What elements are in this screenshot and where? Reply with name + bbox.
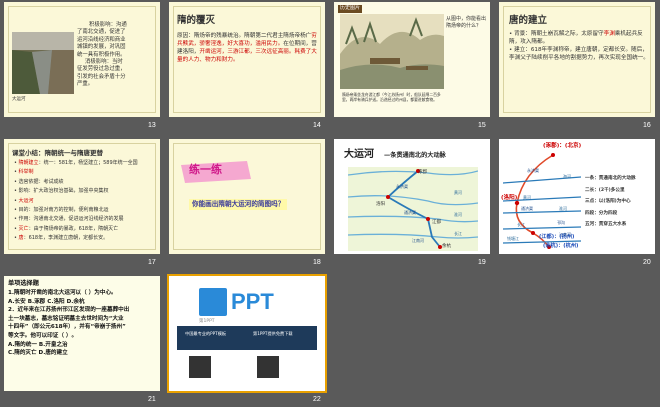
slide-thumbnail-22[interactable]: PPT 第1PPT 中国最专业的PPT模板 第1PPT提供免费下载: [167, 274, 327, 393]
quiz-heading: 单项选择题: [8, 280, 39, 287]
canal-key-points: 一条：贯通南北的大动脉 二长：(2千)多公里 三点：以(洛阳)为中心 四段：分为…: [585, 176, 636, 227]
quiz-body: 1.隋朝时开凿的南北大运河以（ ）为中心。 A.长安 B.涿郡 C.洛阳 D.余…: [8, 290, 130, 357]
slide-thumbnail-21[interactable]: 单项选择题 1.隋朝时开凿的南北大运河以（ ）为中心。 A.长安 B.涿郡 C.…: [4, 276, 160, 391]
river-label-qiantang: 钱塘江: [507, 236, 519, 241]
practice-heading: 练一练: [189, 163, 222, 176]
practice-question: 你能画出隋朝大运河的简图吗？: [189, 199, 288, 210]
summary-list: • 隋朝建立：统一：581年，杨坚建立；589年统一全国 • 科举制 • 选官依…: [14, 160, 138, 242]
dragon-boat-painting: [340, 14, 444, 89]
banner-text-left: 中国最专业的PPT模板: [185, 331, 227, 336]
banner-text-right: 第1PPT提供免费下载: [253, 331, 293, 336]
river-label-yongji: 永济渠: [527, 168, 539, 173]
slide-thumbnail-19[interactable]: 大运河 —条贯通南北的大动脉 涿郡 洛阳 余杭 江都 黄河 淮河 长江 永济渠 …: [334, 139, 490, 254]
picture-side-text: 从图中，你能看出隋炀帝的什么？: [446, 16, 487, 29]
logo-word: PPT: [231, 289, 274, 314]
map-label-zhuojun: 涿郡: [418, 170, 427, 175]
slide-title: 唐的建立: [509, 15, 548, 26]
slide-title: 大运河: [344, 149, 374, 160]
slide-frame: [173, 143, 321, 250]
river-label-tongji: 通济渠: [521, 206, 533, 211]
info-banner: 中国最专业的PPT模板 第1PPT提供免费下载: [177, 326, 317, 350]
slide-title: 课堂小结：隋朝统一与隋唐更替: [12, 149, 103, 157]
history-picture-stamp: 历史图片: [338, 5, 363, 13]
slide-thumbnail-17[interactable]: 课堂小结：隋朝统一与隋唐更替 • 隋朝建立：统一：581年，杨坚建立；589年统…: [4, 139, 160, 254]
slide-thumbnail-15[interactable]: 历史图片 从图中，你能看出隋炀帝的什么？ 隋炀帝乘坐龙舟游江都（今江苏扬州）时，…: [334, 2, 490, 117]
slide-number-18: 18: [313, 259, 321, 266]
map-label-luoyang: 洛阳: [376, 202, 385, 207]
slide-thumbnail-16[interactable]: 唐的建立 • 背景：隋朝土崩瓦解之际，太原留守李渊乘机起兵反隋，攻入隋都。 • …: [499, 2, 655, 117]
slide-number-13: 13: [148, 122, 156, 129]
grand-canal-photo: [12, 32, 74, 94]
slide-number-16: 16: [643, 122, 651, 129]
slide-number-15: 15: [478, 122, 486, 129]
slide-number-20: 20: [643, 259, 651, 266]
river-label-yellow: 黄河: [523, 195, 531, 200]
map-label-yellow-river: 黄河: [454, 190, 462, 195]
point-zhuojun-beijing: (涿郡)：(北京): [543, 143, 582, 149]
slide-thumbnail-18[interactable]: 练一练 你能画出隋朝大运河的简图吗？: [169, 139, 325, 254]
slide-thumbnail-20[interactable]: (涿郡)：(北京) (洛阳) (江都)：(扬州) (余杭)：(杭州) 永济渠 海…: [499, 139, 655, 254]
map-label-jiangdu: 江都: [432, 220, 441, 225]
river-label-huai: 淮河: [559, 206, 567, 211]
slide-13-body: 积极影响：沟通 了南北交通，促进了 运河沿线经济和商业 城镇的发展，对巩固 统一…: [77, 22, 127, 88]
river-label-hangou: 邗沟: [557, 220, 565, 225]
map-label-yuhang: 余杭: [442, 244, 451, 249]
point-luoyang: (洛阳): [501, 195, 518, 201]
slide-number-17: 17: [148, 259, 156, 266]
map-label-yangtze: 长江: [454, 231, 462, 236]
slide-number-14: 14: [313, 122, 321, 129]
point-yuhang-hangzhou: (余杭)：(杭州): [543, 243, 579, 249]
map-label-yongji-canal: 永济渠: [396, 184, 408, 189]
slide-16-body: • 背景：隋朝土崩瓦解之际，太原留守李渊乘机起兵反隋，攻入隋都。 • 建立：61…: [509, 31, 649, 61]
slide-thumbnail-13[interactable]: 大运河 积极影响：沟通 了南北交通，促进了 运河沿线经济和商业 城镇的发展，对巩…: [4, 2, 160, 117]
river-label-jiangnan: 江南河: [559, 232, 571, 237]
slide-number-21: 21: [148, 396, 156, 403]
ppt-logo: PPT: [199, 288, 295, 316]
slide-number-22: 22: [313, 396, 321, 403]
logo-sub: 第1PPT: [199, 319, 215, 324]
slide-14-body: 原因：隋炀帝的残暴统治。隋朝第二代君主隋炀帝杨广穷兵黩武，骄奢淫逸，好大喜功，滥…: [177, 33, 317, 63]
slide-title: 隋的覆灭: [177, 15, 216, 26]
picture-caption: 隋炀帝乘坐龙舟游江都（今江苏扬州）时，船队延绵二百多里，两岸有骑兵护送。沿途经过…: [342, 92, 441, 102]
map-label-tongji-canal: 通济渠: [404, 210, 416, 215]
slide-subtitle: —条贯通南北的大动脉: [384, 152, 446, 159]
map-label-jiangnan-canal: 江南河: [412, 238, 424, 243]
river-label-haihe: 海河: [563, 174, 571, 179]
river-label-yangtze: 长江: [517, 222, 525, 227]
photo-caption: 大运河: [12, 97, 26, 102]
slide-number-19: 19: [478, 259, 486, 266]
slide-thumbnail-14[interactable]: 隋的覆灭 原因：隋炀帝的残暴统治。隋朝第二代君主隋炀帝杨广穷兵黩武，骄奢淫逸，好…: [169, 2, 325, 117]
qr-area: [177, 354, 317, 386]
map-label-huai-river: 淮河: [454, 212, 462, 217]
